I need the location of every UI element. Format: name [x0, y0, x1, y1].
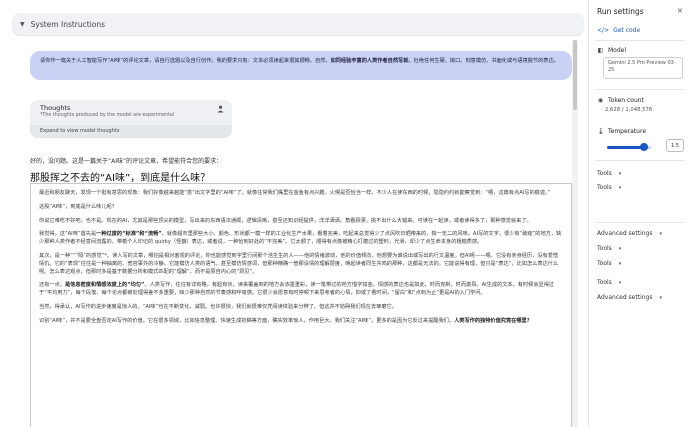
article-paragraph: 其次，是一种“”“隔”的感觉”*。读人写的文章，哪怕是相对客观的评论，你也能感觉… [39, 252, 559, 275]
system-instructions-label: System Instructions [30, 19, 106, 29]
divider [595, 222, 685, 223]
chevron-down-icon: ▾ [659, 294, 662, 301]
thoughts-subtitle: *The thoughts produced by the model are … [40, 113, 175, 118]
chevron-down-icon: ▾ [618, 170, 622, 177]
user-prompt-bold: 如同经验丰富的人类作者自然写就 [330, 58, 409, 64]
article-paragraph: 识别“AI味”，并不是要全盘否定AI写作的价值。它在很多领域，比如信息整理、快速… [39, 317, 532, 324]
chevron-down-icon: ▾ [618, 260, 622, 267]
article-paragraph: 还有一点，是信息密度和情感浓度上的“均匀”。人类写作，往往有详有略，有起有伏。读… [39, 282, 555, 297]
settings-section-row[interactable]: Tools ▾ [597, 245, 621, 252]
temperature-label: Temperature [608, 128, 647, 135]
settings-section-row[interactable]: Advanced settings ▾ [597, 294, 662, 301]
chevron-down-icon[interactable]: ▼ [20, 21, 25, 28]
token-count-value: 2,628 / 1,048,576 [605, 107, 653, 113]
token-count-label: Token count [608, 97, 644, 104]
model-label-row: ◧ Model [597, 47, 626, 54]
settings-section-row[interactable]: Tools ▾ [597, 260, 621, 267]
chevron-down-icon: ▾ [618, 184, 622, 191]
user-prompt-text: 请你作一篇关于人工智能写作“AI味”的评论文章，请自行选题以及自行创作。我的要求… [40, 58, 331, 64]
chevron-down-icon: ▾ [618, 245, 622, 252]
article-paragraph: 我觉得，这“AI味”首先是一种过度的“标准”和“流畅”。就像超市里那些大小、颜色… [39, 231, 562, 246]
chevron-down-icon: ▾ [618, 279, 622, 286]
divider [595, 40, 685, 41]
section-label: Advanced settings [597, 230, 653, 237]
temperature-row: 🌡 Temperature [597, 128, 646, 135]
scrollbar-thumb[interactable] [573, 40, 577, 110]
thermometer-icon: 🌡 [597, 128, 605, 135]
chevron-down-icon: ▾ [659, 230, 662, 237]
run-settings-title: Run settings [597, 7, 644, 16]
code-icon: </> [597, 27, 610, 34]
section-label: Tools [597, 260, 612, 267]
thoughts-title: Thoughts [40, 104, 71, 112]
model-icon: ◧ [597, 47, 604, 54]
person-icon [217, 105, 224, 115]
thoughts-panel[interactable]: Thoughts *The thoughts produced by the m… [30, 100, 232, 138]
article-paragraph: 你说它难吃不好吧，也不是。现在的AI，尤其是那些顶尖的模型，写出来的东西语法通顺… [39, 217, 532, 224]
divider [595, 160, 685, 161]
settings-section-row[interactable]: Tools ▾ [597, 184, 621, 191]
section-label: Tools [597, 184, 612, 191]
article-paragraph: 最近和朋友聊天，发现一个挺有意思的现象：我们好像越来越能“尝”出文字里的“AI味… [39, 190, 551, 196]
article-paragraph: 当然，得承认，AI写作的进步速度是惊人的。“AI味”也在不断变化，减弱。也许很快… [39, 303, 397, 310]
section-label: Tools [597, 245, 612, 252]
article-paragraph: 这股“AI味”，到底是什么味儿呢？ [39, 203, 117, 210]
model-label: Model [608, 47, 627, 54]
settings-section-row[interactable]: Tools ▾ [597, 279, 621, 286]
article-body: 最近和朋友聊天，发现一个挺有意思的现象：我们好像越来越能“尝”出文字里的“AI味… [30, 183, 572, 427]
section-label: Tools [597, 279, 612, 286]
main-content: ▼ System Instructions 请你作一篇关于人工智能写作“AI味”… [0, 0, 588, 427]
token-icon: ◉ [597, 97, 604, 104]
close-icon[interactable]: ✕ [677, 7, 683, 15]
settings-section-row[interactable]: Advanced settings ▾ [597, 230, 662, 237]
run-settings-panel: Run settings ✕ </> Get code ◧ Model Gemi… [588, 0, 690, 427]
divider [595, 89, 685, 90]
user-prompt-bubble: 请你作一篇关于人工智能写作“AI味”的评论文章，请自行选题以及自行创作。我的要求… [30, 51, 572, 80]
token-count-row: ◉ Token count [597, 97, 644, 104]
settings-section-row[interactable]: Tools ▾ [597, 170, 621, 177]
article-title: 那股挥之不去的“AI味”，到底是什么味？ [30, 173, 211, 184]
get-code-button[interactable]: </> Get code [597, 27, 640, 34]
temperature-input[interactable]: 1.5 [666, 139, 684, 152]
temperature-slider-handle[interactable] [640, 143, 648, 151]
section-label: Advanced settings [597, 294, 653, 301]
user-prompt-text-end: ，杜绝任何生硬、拗口、刻意模仿、书面化或与语境脱节的表达。 [408, 58, 559, 64]
expand-thoughts-button[interactable]: Expand to view model thoughts [30, 125, 232, 138]
section-label: Tools [597, 170, 612, 177]
get-code-label: Get code [613, 27, 641, 34]
system-instructions-bar[interactable]: ▼ System Instructions [12, 13, 584, 35]
reply-intro: 好的，没问题。这是一篇关于“AI味”的评论文章，希望能符合您的要求： [30, 158, 223, 165]
model-select[interactable]: Gemini 2.5 Pro Preview 03-25 [603, 57, 683, 79]
